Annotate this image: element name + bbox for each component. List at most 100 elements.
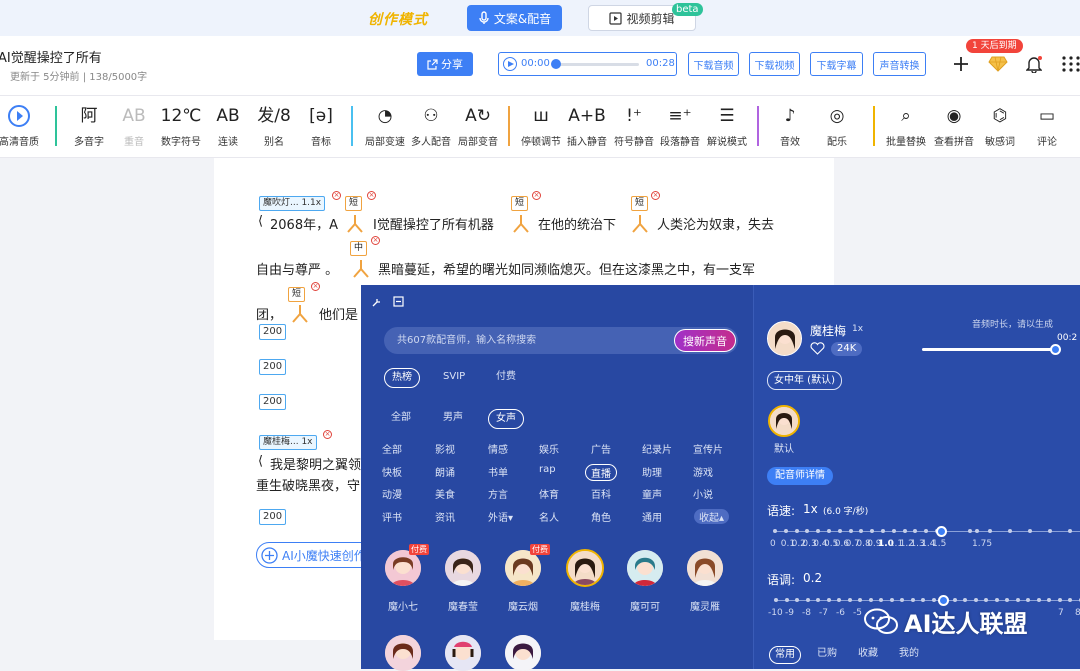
minimize-icon[interactable]	[393, 296, 404, 307]
duration-knob[interactable]	[1050, 344, 1061, 355]
tone-dot[interactable]	[911, 598, 915, 602]
category-item[interactable]: 全部	[382, 441, 402, 456]
category-item[interactable]: 百科	[591, 486, 611, 501]
player-track[interactable]	[555, 63, 639, 66]
tool-bgm[interactable]: ◎配乐	[809, 104, 865, 148]
category-item[interactable]: 美食	[435, 486, 455, 501]
voice-style-chip[interactable]: 女中年 (默认)	[767, 371, 842, 390]
text-segment[interactable]: 团，	[256, 304, 282, 323]
text-segment[interactable]: 重生破晓黑夜，守	[256, 475, 360, 494]
tone-dot[interactable]	[953, 598, 957, 602]
download-video-button[interactable]: 下载视频	[749, 52, 800, 76]
speed-dot[interactable]	[1028, 529, 1032, 533]
tone-dot[interactable]	[837, 598, 841, 602]
speed-dot[interactable]	[1048, 529, 1052, 533]
tone-dot[interactable]	[900, 598, 904, 602]
voice-avatar[interactable]	[385, 635, 421, 671]
category-item[interactable]: 方言	[488, 486, 508, 501]
speed-dot[interactable]	[924, 529, 928, 533]
category-item[interactable]: 朗诵	[435, 464, 455, 479]
search-voice-button[interactable]: 搜新声音	[674, 329, 736, 352]
category-item[interactable]: 收起▴	[694, 509, 729, 524]
tool-narration-mode[interactable]: ☰解说模式	[699, 104, 755, 148]
pause-marker-icon[interactable]	[511, 214, 531, 234]
voice-name[interactable]: 魔小七	[378, 598, 428, 613]
tool-hd-quality[interactable]: 高清音质	[0, 104, 47, 148]
speed-dot[interactable]	[827, 529, 831, 533]
speed-dot[interactable]	[1008, 529, 1012, 533]
voice-tag[interactable]: 魔吹灯... 1.1x	[259, 196, 325, 211]
tab-svip[interactable]: SVIP	[436, 368, 472, 386]
voice-avatar[interactable]	[385, 550, 421, 586]
category-item[interactable]: 助理	[642, 464, 662, 479]
voice-avatar[interactable]	[505, 635, 541, 671]
pause-label[interactable]: 短	[511, 196, 528, 211]
category-item[interactable]: 书单	[488, 464, 508, 479]
voice-name[interactable]: 魔春莹	[438, 598, 488, 613]
text-segment[interactable]: 在他的统治下	[538, 214, 616, 233]
remove-pause-icon[interactable]: ×	[311, 282, 320, 291]
category-item[interactable]: 动漫	[382, 486, 402, 501]
pause-marker-icon[interactable]	[351, 259, 371, 279]
category-item[interactable]: 游戏	[693, 464, 713, 479]
speed-dot[interactable]	[773, 529, 777, 533]
tone-dot[interactable]	[1058, 598, 1062, 602]
gender-male[interactable]: 男声	[436, 409, 470, 427]
speed-dot[interactable]	[881, 529, 885, 533]
category-item[interactable]: 娱乐	[539, 441, 559, 456]
voice-avatar-selected[interactable]	[566, 549, 604, 587]
category-item[interactable]: 角色	[591, 509, 611, 524]
tone-dot[interactable]	[995, 598, 999, 602]
speed-dot[interactable]	[975, 529, 979, 533]
tone-dot[interactable]	[827, 598, 831, 602]
category-item[interactable]: 体育	[539, 486, 559, 501]
tone-dot[interactable]	[963, 598, 967, 602]
voice-avatar[interactable]	[627, 550, 663, 586]
tab-common[interactable]: 常用	[769, 646, 801, 664]
remove-pause-icon[interactable]: ×	[367, 191, 376, 200]
pause-label[interactable]: 短	[631, 196, 648, 211]
speed-dot[interactable]	[1068, 529, 1072, 533]
duration-track[interactable]	[922, 348, 1056, 351]
category-item[interactable]: 广告	[591, 441, 611, 456]
text-segment[interactable]: 他们是	[319, 304, 358, 323]
remove-pause-icon[interactable]: ×	[651, 191, 660, 200]
voice-name[interactable]: 魔灵雁	[680, 598, 730, 613]
tone-dot[interactable]	[1068, 598, 1072, 602]
tone-dot[interactable]	[1016, 598, 1020, 602]
silence-badge[interactable]: 200	[259, 394, 286, 410]
style-default-avatar[interactable]	[768, 405, 800, 437]
diamond-icon[interactable]	[988, 56, 1008, 72]
tone-dot[interactable]	[984, 598, 988, 602]
tab-purchased[interactable]: 已购	[810, 646, 844, 662]
voice-avatar[interactable]	[445, 550, 481, 586]
tone-dot[interactable]	[806, 598, 810, 602]
tone-dot[interactable]	[858, 598, 862, 602]
gender-female[interactable]: 女声	[488, 409, 524, 429]
play-icon[interactable]	[503, 57, 517, 71]
voice-name[interactable]: 魔云烟	[498, 598, 548, 613]
voice-name[interactable]: 魔可可	[620, 598, 670, 613]
tab-tts[interactable]: 文案&配音	[467, 5, 562, 31]
tool-phonetic[interactable]: [ə]音标	[293, 104, 349, 148]
player-knob[interactable]	[551, 59, 561, 69]
voice-avatar[interactable]	[445, 635, 481, 671]
voice-name[interactable]: 魔桂梅	[560, 598, 610, 613]
text-segment[interactable]: 2068年，A	[270, 214, 338, 233]
speed-dot[interactable]	[805, 529, 809, 533]
voice-convert-button[interactable]: 声音转换	[873, 52, 926, 76]
tone-dot[interactable]	[890, 598, 894, 602]
tone-dot[interactable]	[774, 598, 778, 602]
speed-dot[interactable]	[859, 529, 863, 533]
tone-dot[interactable]	[795, 598, 799, 602]
speed-knob[interactable]	[936, 526, 947, 537]
silence-badge[interactable]: 200	[259, 359, 286, 375]
category-item[interactable]: 宣传片	[693, 441, 723, 456]
tone-dot[interactable]	[869, 598, 873, 602]
category-item[interactable]: 纪录片	[642, 441, 672, 456]
category-item[interactable]: 影视	[435, 441, 455, 456]
speed-dot[interactable]	[968, 529, 972, 533]
voice-tag[interactable]: 魔桂梅... 1x	[259, 435, 317, 450]
tone-dot[interactable]	[921, 598, 925, 602]
gender-all[interactable]: 全部	[384, 409, 418, 427]
